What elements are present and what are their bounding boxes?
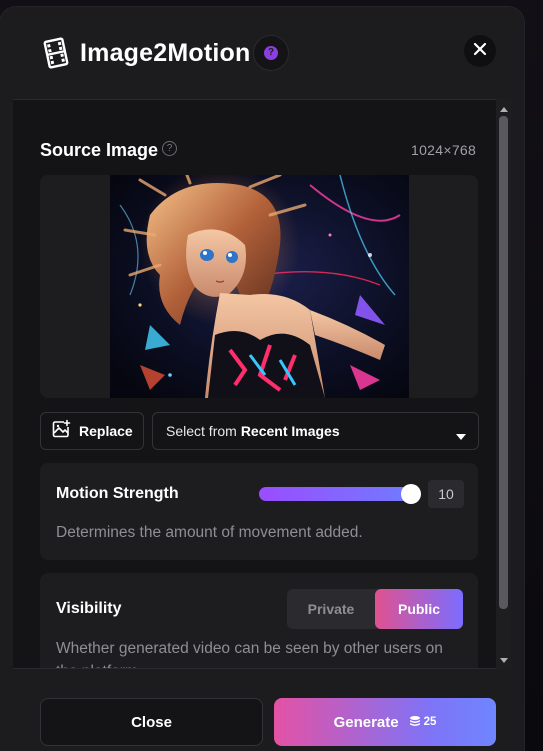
image-add-icon [51,419,71,444]
visibility-option-private[interactable]: Private [287,589,375,629]
generate-button[interactable]: Generate 25 [274,698,496,746]
motion-strength-label: Motion Strength [56,485,179,502]
visibility-label: Visibility [56,600,122,617]
select-label: Recent Images [240,423,340,439]
info-icon[interactable]: ? [162,141,177,156]
dialog-body[interactable]: Source Image ? 1024×768 Replace Select f… [13,99,511,669]
motion-strength-value[interactable]: 10 [428,480,464,508]
dialog-title: Image2Motion [80,39,251,67]
help-icon: ? [264,46,278,60]
caret-down-icon [456,428,466,446]
close-icon [473,42,487,61]
scroll-down-arrow-icon[interactable] [496,653,511,667]
source-image-preview[interactable] [40,175,478,398]
source-image-dimensions: 1024×768 [411,142,477,158]
visibility-card: Visibility Private Public Whether genera… [40,573,478,668]
select-prefix: Select from [166,423,237,439]
motion-strength-slider-track[interactable] [259,487,419,501]
scrollbar-thumb[interactable] [499,116,508,609]
generate-label: Generate [333,713,399,731]
motion-strength-description: Determines the amount of movement added. [56,524,363,541]
replace-image-button[interactable]: Replace [40,412,144,450]
film-strip-icon [40,37,72,69]
close-button[interactable]: Close [40,698,263,746]
dialog-header: Image2Motion ? [0,7,524,99]
source-image [110,175,409,398]
recent-images-select[interactable]: Select from Recent Images [152,412,479,450]
image2motion-dialog: Image2Motion ? Source Image ? 1024×768 R… [0,7,524,751]
generate-cost: 25 [409,715,437,730]
coin-stack-icon [409,715,421,730]
help-button[interactable]: ? [253,35,289,71]
close-dialog-button[interactable] [464,35,496,67]
visibility-toggle: Private Public [287,589,463,629]
generate-cost-value: 25 [423,716,437,728]
visibility-description: Whether generated video can be seen by o… [56,640,443,668]
replace-label: Replace [79,423,133,439]
motion-strength-card: Motion Strength 10 Determines the amount… [40,463,478,560]
source-image-label: Source Image [40,140,159,160]
scroll-up-arrow-icon[interactable] [496,102,511,116]
visibility-option-public[interactable]: Public [375,589,463,629]
scrollbar[interactable] [496,99,511,669]
motion-strength-slider-thumb[interactable] [401,484,421,504]
